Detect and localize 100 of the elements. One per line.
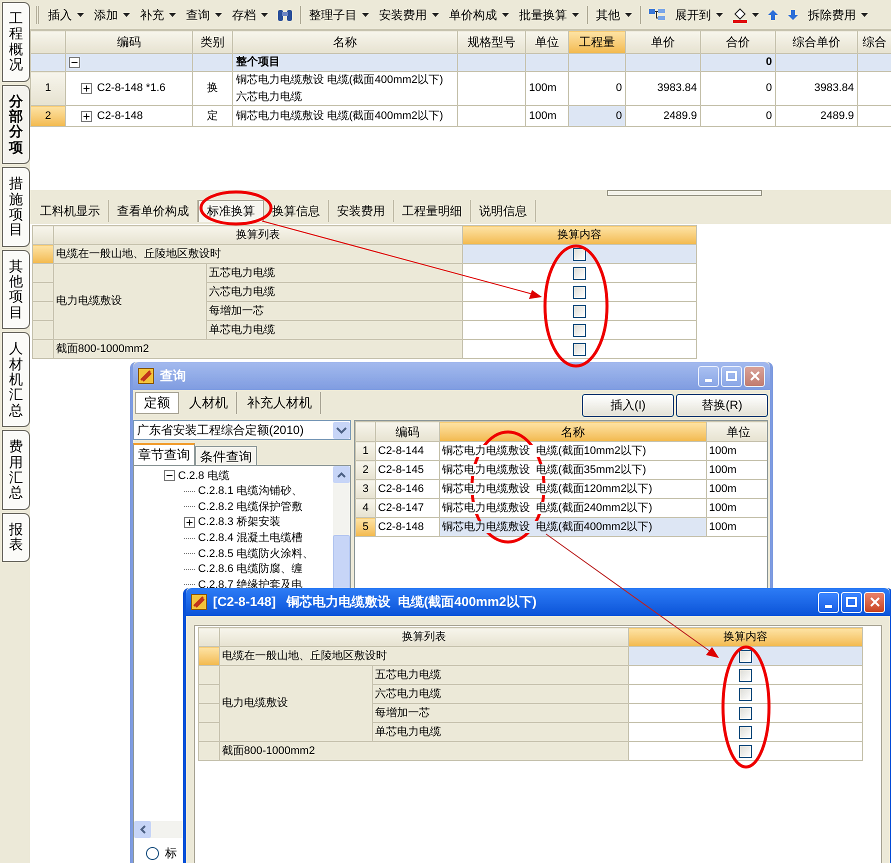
close-button[interactable] [744,366,765,386]
action-button[interactable]: 插入(I) [582,394,674,416]
tab[interactable]: 定额 [135,392,179,414]
tab[interactable]: 换算信息 [264,200,329,222]
action-button[interactable]: 替换(R) [676,394,768,416]
side-tab[interactable]: 措施项目 [2,167,30,247]
checkbox[interactable] [573,304,586,318]
checkbox[interactable] [573,248,586,260]
tab[interactable]: 工料机显示 [32,200,109,222]
toolbar-menu[interactable]: 添加 [90,4,134,26]
checkbox[interactable] [739,650,752,662]
column-header[interactable]: 换算列表 [220,628,628,646]
checkbox[interactable] [739,706,752,720]
toolbar-menu[interactable]: 存档 [228,4,272,26]
column-header[interactable]: 工程量 [568,30,626,54]
tab[interactable]: 补充人材机 [239,392,321,414]
column-header[interactable]: 换算列表 [54,226,462,244]
side-tab[interactable]: 分部分项 [2,84,30,164]
row-number[interactable]: 5 [356,518,376,536]
tree-item[interactable]: C.2.8 电缆 [178,468,230,484]
checkbox[interactable] [739,744,752,758]
tree-item[interactable]: C.2.8.5 电缆防火涂料、 [198,546,314,562]
row-number[interactable]: 4 [356,498,376,518]
toolbar-menu[interactable]: 批量换算 [515,4,583,26]
tree-item[interactable]: C.2.8.3 桥架安装 [198,514,281,531]
tree-item[interactable]: C.2.8.6 电缆防腐、缠 [198,561,303,578]
window-title: [C2-8-148] 铜芯电力电缆敷设 电缆(截面400mm2以下) [213,593,538,612]
column-header[interactable]: 名称 [232,30,458,54]
checkbox[interactable] [739,726,752,738]
tab[interactable]: 条件查询 [195,446,257,465]
toolbar-menu[interactable]: 查询 [182,4,226,26]
app-icon [138,368,154,384]
column-header[interactable]: 单价 [626,30,700,54]
tree-item[interactable]: C.2.8.2 电缆保护管敷 [198,498,303,516]
checkbox[interactable] [739,668,752,682]
column-header[interactable]: 类别 [192,30,232,54]
row-number[interactable]: 1 [356,442,376,460]
checkbox[interactable] [573,324,586,336]
toolbar-menu[interactable]: 其他 [592,4,636,26]
checkbox[interactable] [573,266,586,280]
checkbox[interactable] [573,342,586,356]
table-cell: 0 [766,82,772,94]
column-header[interactable]: 合价 [700,30,776,54]
column-header[interactable]: 编码 [66,30,192,54]
side-tab[interactable]: 费用汇总 [2,430,30,510]
column-header[interactable]: 规格型号 [458,30,526,54]
minimize-icon [825,604,832,608]
row-label: 五芯电力电缆 [375,668,441,681]
collapse-icon[interactable] [164,470,175,482]
chevron-left-icon [140,825,146,834]
tab[interactable]: 标准换算 [198,200,264,222]
toolbar-menu[interactable]: 补充 [136,4,180,26]
scroll-up-button[interactable] [333,466,350,483]
column-header[interactable]: 综合单价 [776,30,858,54]
toolbar-menu[interactable]: 展开到 [671,4,727,26]
table-cell-text: C2-8-148 *1.6 [97,81,166,96]
row-number[interactable]: 3 [356,480,376,498]
toolbar-menu[interactable]: 整理子目 [305,4,373,26]
row-number[interactable]: 1 [30,72,66,106]
column-header[interactable]: 单位 [706,422,767,442]
scroll-left-button[interactable] [134,821,151,838]
toolbar-menu[interactable]: 安装费用 [375,4,443,26]
caret-icon [123,12,130,16]
column-header[interactable]: 名称 [440,422,706,442]
tab[interactable]: 安装费用 [329,200,394,222]
library-dropdown[interactable]: 广东省安装工程综合定额(2010) [133,420,351,440]
expand-icon[interactable] [81,110,92,122]
tree-item[interactable]: C.2.8.1 电缆沟铺砂、 [198,483,303,500]
checkbox[interactable] [739,688,752,700]
table-cell: 铜芯电力电缆敷设 电缆(截面400mm2以下) [236,110,444,122]
column-header[interactable]: 换算内容 [462,226,696,244]
tab[interactable]: 工程量明细 [394,200,471,222]
column-header[interactable]: 单位 [526,30,568,54]
tree-item[interactable]: C.2.8.4 混凝土电缆槽 [198,530,303,546]
row-number[interactable]: 2 [356,460,376,480]
toolbar-menu[interactable]: 单价构成 [445,4,513,26]
row-label: 电力电缆敷设 [222,697,288,710]
side-tab[interactable]: 工程概况 [2,2,30,82]
tab[interactable]: 章节查询 [133,443,195,465]
collapse-icon[interactable] [69,57,80,68]
expand-icon[interactable] [184,517,195,528]
tab[interactable]: 说明信息 [471,200,536,222]
side-tab[interactable]: 其他项目 [2,250,30,330]
search-icon [277,8,293,22]
tab[interactable]: 人材机 [181,392,237,414]
side-tab[interactable]: 人材机汇总 [2,332,30,428]
column-header[interactable]: 编码 [376,422,440,442]
checkbox[interactable] [573,286,586,298]
splitter-handle[interactable] [607,190,762,196]
table-cell: 100m [709,444,737,457]
expand-icon[interactable] [81,83,92,94]
toolbar-menu[interactable]: 拆除费用 [804,4,872,26]
column-header[interactable]: 综合 [858,30,891,54]
side-tab[interactable]: 报表 [2,512,30,562]
table-cell: 100m [529,110,557,122]
toolbar-menu[interactable]: 插入 [44,4,88,26]
paint-bucket-icon [732,6,748,22]
radio-button[interactable] [146,846,159,860]
column-header[interactable]: 换算内容 [628,628,862,646]
row-number[interactable]: 2 [30,106,66,126]
